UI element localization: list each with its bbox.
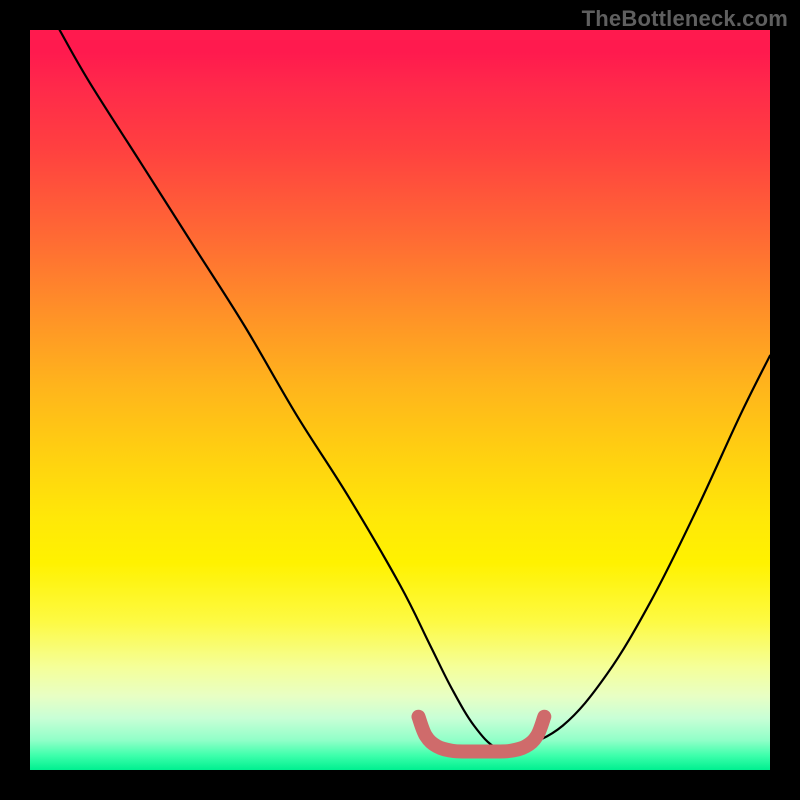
curve-main — [60, 30, 770, 751]
watermark-text: TheBottleneck.com — [582, 6, 788, 32]
marker-dot-right — [539, 712, 549, 722]
plot-area — [30, 30, 770, 770]
chart-container: TheBottleneck.com — [0, 0, 800, 800]
marker-dot-left — [414, 712, 424, 722]
series-layer — [60, 30, 770, 752]
chart-svg — [30, 30, 770, 770]
